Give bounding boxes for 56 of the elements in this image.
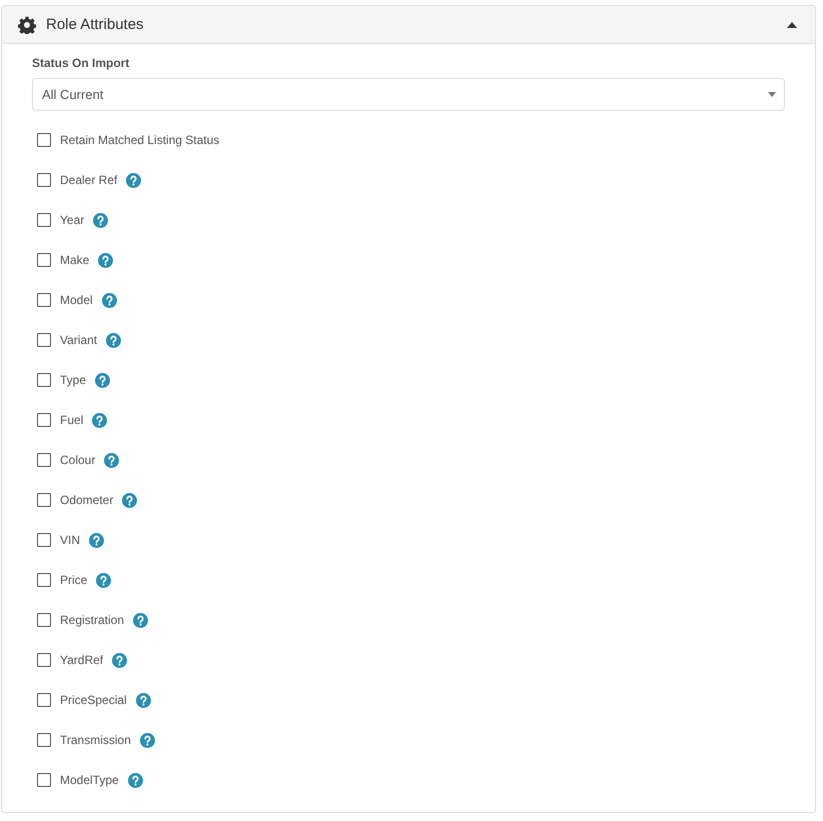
checkbox-label: Type [60, 373, 86, 387]
checkbox[interactable] [37, 493, 51, 507]
help-icon[interactable] [126, 172, 142, 188]
checkbox-label: Variant [60, 333, 98, 347]
checkbox[interactable] [37, 413, 51, 427]
checkbox[interactable] [37, 333, 51, 347]
help-icon[interactable] [122, 492, 138, 508]
checkbox-label: Model [60, 293, 93, 307]
help-icon[interactable] [104, 452, 120, 468]
help-icon[interactable] [95, 372, 110, 388]
checkbox[interactable] [37, 573, 51, 587]
checkbox[interactable] [37, 693, 51, 707]
checkbox[interactable] [37, 773, 51, 787]
checkbox[interactable] [37, 133, 51, 147]
checkbox[interactable] [37, 373, 51, 387]
checkbox[interactable] [37, 533, 51, 547]
checkbox-label: Colour [60, 453, 96, 467]
checkbox-label: PriceSpecial [60, 693, 127, 707]
checkbox-label: ModelType [60, 773, 119, 787]
checkbox-label: Make [60, 253, 90, 267]
checkbox-label: Registration [60, 613, 124, 627]
checkbox[interactable] [37, 613, 51, 627]
help-icon[interactable] [133, 612, 148, 628]
help-icon[interactable] [112, 652, 128, 668]
help-icon[interactable] [136, 692, 151, 708]
checkbox-label: Fuel [60, 413, 84, 427]
field-label: Status On Import [32, 56, 130, 70]
panel-title: Role Attributes [46, 16, 145, 33]
caret-icon [787, 22, 797, 28]
checkbox[interactable] [37, 173, 51, 187]
checkbox-label: Transmission [60, 733, 131, 747]
checkbox-label: Retain Matched Listing Status [60, 133, 220, 147]
checkbox[interactable] [37, 253, 51, 267]
help-icon[interactable] [106, 332, 122, 348]
help-icon[interactable] [102, 292, 117, 308]
dropdown-caret-icon [768, 92, 776, 97]
checkbox-label: YardRef [60, 653, 104, 667]
checkbox-label: Price [60, 573, 88, 587]
checkbox[interactable] [37, 213, 51, 227]
settings-icon [18, 16, 36, 34]
help-icon[interactable] [140, 732, 155, 748]
help-icon[interactable] [128, 772, 143, 788]
status-dropdown[interactable]: All Current [32, 78, 785, 111]
help-icon[interactable] [89, 532, 104, 548]
checkbox-label: Dealer Ref [60, 173, 118, 187]
help-icon[interactable] [93, 212, 108, 228]
checkbox[interactable] [37, 293, 51, 307]
checkbox-label: VIN [60, 533, 80, 547]
help-icon[interactable] [98, 252, 114, 268]
checkbox-label: Year [60, 213, 84, 227]
checkbox[interactable] [37, 453, 51, 467]
help-icon[interactable] [92, 412, 108, 428]
checkbox-label: Odometer [60, 493, 114, 507]
help-icon[interactable] [96, 572, 112, 588]
checkbox[interactable] [37, 733, 51, 747]
checkbox[interactable] [37, 653, 51, 667]
